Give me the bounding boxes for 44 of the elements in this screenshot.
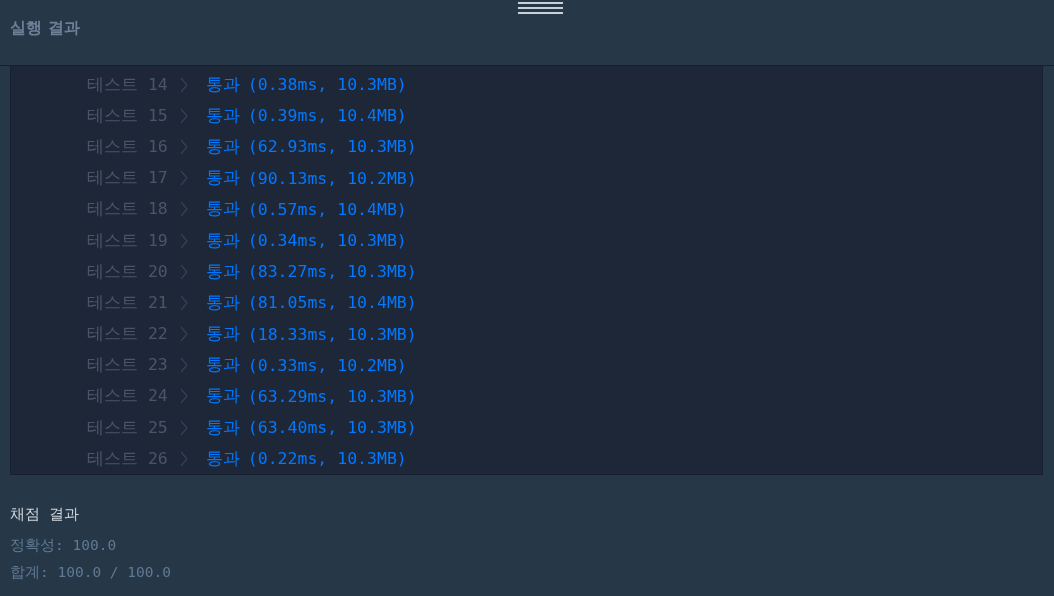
test-status: 통과: [205, 135, 240, 158]
test-status: 통과: [205, 198, 240, 221]
chevron-icon: [179, 450, 188, 467]
test-status: 통과: [205, 416, 240, 439]
chevron-icon: [179, 388, 188, 405]
test-status: 통과: [205, 73, 240, 96]
chevron-icon: [179, 294, 188, 311]
test-detail: (63.40ms, 10.3MB): [247, 418, 417, 438]
test-status: 통과: [205, 447, 240, 470]
chevron-icon: [179, 107, 188, 124]
total-text: 합계: 100.0 / 100.0: [10, 563, 172, 582]
test-detail: (0.57ms, 10.4MB): [247, 199, 407, 219]
test-status: 통과: [205, 385, 240, 408]
chevron-icon: [179, 326, 188, 343]
chevron-icon: [179, 419, 188, 436]
test-detail: (62.93ms, 10.3MB): [247, 137, 417, 157]
test-detail: (0.39ms, 10.4MB): [247, 106, 407, 126]
chevron-icon: [179, 76, 188, 93]
test-status: 통과: [205, 260, 240, 283]
test-status: 통과: [205, 104, 240, 127]
chevron-icon: [179, 138, 188, 155]
test-detail: (90.13ms, 10.2MB): [247, 168, 417, 188]
test-detail: (0.22ms, 10.3MB): [247, 449, 407, 469]
resize-handle-icon[interactable]: [518, 1, 563, 15]
test-status: 통과: [205, 167, 240, 190]
chevron-icon: [179, 232, 188, 249]
test-detail: (0.33ms, 10.2MB): [247, 355, 407, 375]
test-detail: (83.27ms, 10.3MB): [247, 262, 417, 282]
chevron-icon: [179, 357, 188, 374]
chevron-icon: [179, 170, 188, 187]
test-detail: (0.34ms, 10.3MB): [247, 231, 407, 251]
accuracy-text: 정확성: 100.0: [10, 536, 118, 555]
test-status: 통과: [205, 323, 240, 346]
test-detail: (0.38ms, 10.3MB): [247, 75, 407, 95]
chevron-icon: [179, 201, 188, 218]
test-status: 통과: [205, 229, 240, 252]
section-title: 채점 결과: [10, 505, 81, 525]
test-detail: (81.05ms, 10.4MB): [247, 293, 417, 313]
test-detail: (63.29ms, 10.3MB): [247, 386, 417, 406]
chevron-icon: [179, 263, 188, 280]
test-status: 통과: [205, 354, 240, 377]
test-detail: (18.33ms, 10.3MB): [247, 324, 417, 344]
test-status: 통과: [205, 291, 240, 314]
panel-title: 실행 결과: [10, 18, 80, 39]
